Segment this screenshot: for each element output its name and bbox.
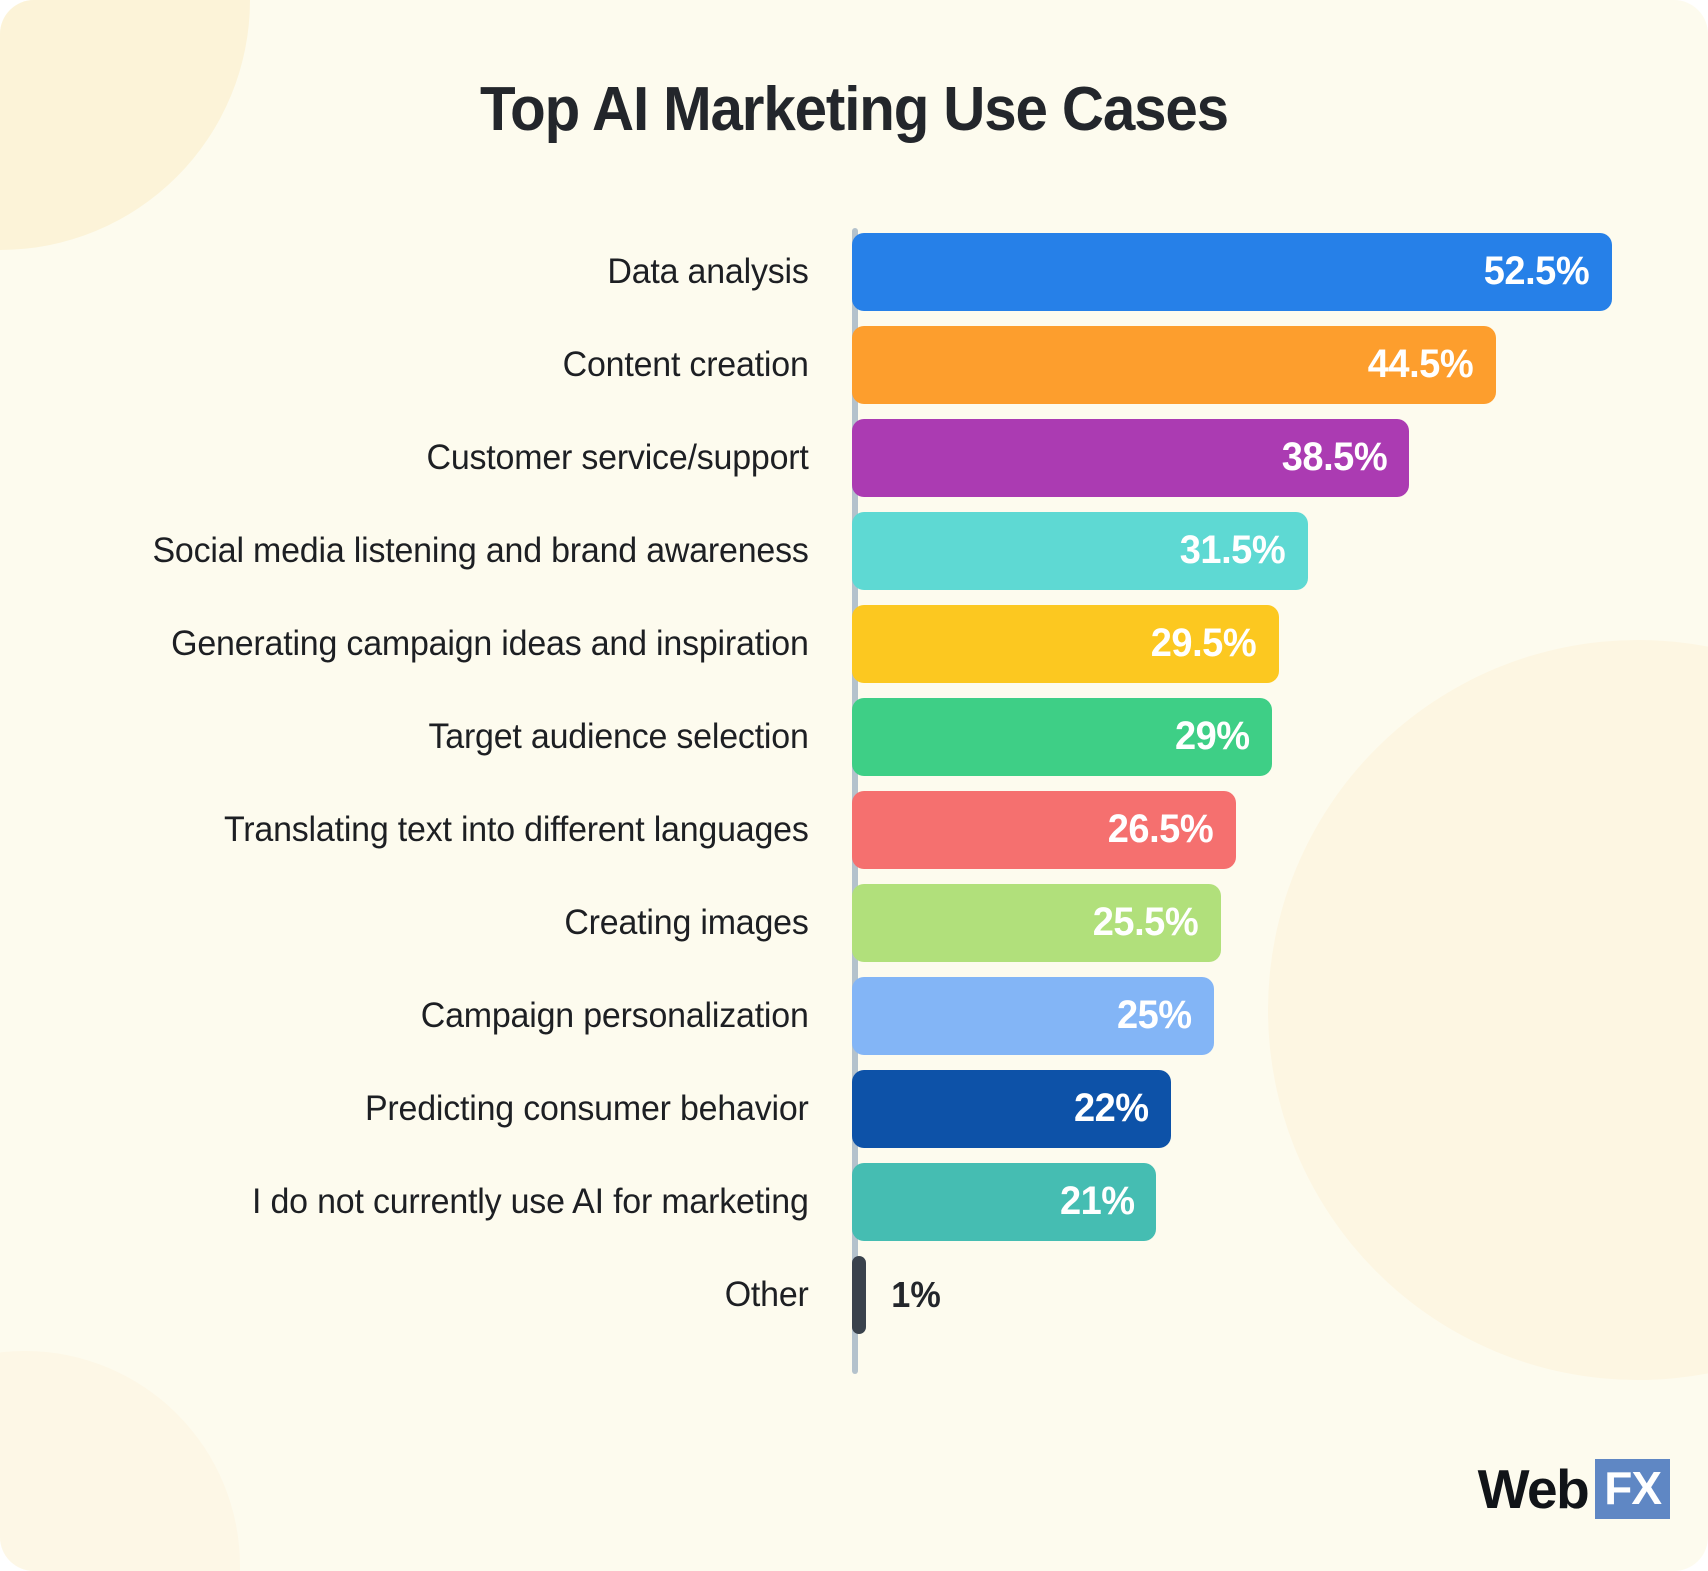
bar-track: 29%29% [830,690,1708,783]
bar-category-label: Customer service/support [426,438,809,477]
bar-category-label: Campaign personalization [420,996,809,1035]
bar-value-label: 25% [1117,993,1193,1037]
bar-category-label: Predicting consumer behavior [364,1089,809,1128]
bar-segment[interactable]: 25.5% [852,883,1222,962]
bar-value-label: 22% [1073,1086,1149,1130]
bar-track: 22%22% [830,1062,1708,1155]
bar-value-label: 31.5% [1179,528,1286,572]
bar-value-label: 25.5% [1093,900,1199,944]
bar-row: Social media listening and brand awarene… [0,504,1708,597]
bar-category-label: Target audience selection [428,717,809,756]
bar-chart: Data analysis 52.5%52.5% Content creation 4… [0,225,1708,1385]
bar-row: Translating text into different language… [0,783,1708,876]
bar-value-label: 21% [1059,1179,1135,1223]
bar-segment[interactable]: 29.5% [852,604,1280,683]
bar-value-label: 44.5% [1368,342,1474,386]
webfx-logo: Web FX [1477,1457,1670,1520]
bar-segment[interactable]: 29% [852,697,1272,776]
bar-value-label: 29% [1175,714,1250,758]
bar-rows: Data analysis 52.5%52.5% Content creation 4… [0,225,1708,1341]
bar-row: Customer service/support 38.5%38.5% [0,411,1708,504]
bar-segment[interactable]: 31.5% [852,511,1309,590]
bar-category-label: Other [724,1275,809,1314]
bar-segment[interactable]: 25% [852,976,1214,1055]
bar-row: Campaign personalization 25%25% [0,969,1708,1062]
bar-track: 21%21% [830,1155,1708,1248]
bar-segment[interactable]: 52.5% [852,232,1613,311]
bar-segment[interactable]: 1% [852,1255,867,1334]
infographic-canvas: Top AI Marketing Use Cases Data analysis… [0,0,1708,1571]
bar-segment[interactable]: 44.5% [852,325,1497,404]
bar-segment[interactable]: 21% [852,1162,1157,1241]
bar-row: Generating campaign ideas and inspiratio… [0,597,1708,690]
bar-track: 38.5%38.5% [830,411,1708,504]
page-title: Top AI Marketing Use Cases [480,75,1229,144]
bar-track: 29.5%29.5% [830,597,1708,690]
bar-track: 25.5%25.5% [830,876,1708,969]
bar-category-label: Translating text into different language… [223,810,809,849]
bar-category-label: Generating campaign ideas and inspiratio… [171,624,809,663]
bar-category-label: Social media listening and brand awarene… [152,531,809,570]
bar-row: Target audience selection 29%29% [0,690,1708,783]
bar-value-label: 38.5% [1281,435,1387,479]
bar-value-label: 26.5% [1107,807,1214,851]
bar-category-label: Content creation [562,345,809,384]
bar-value-label-outside: 1% [891,1273,942,1315]
bar-row: Data analysis 52.5%52.5% [0,225,1708,318]
bar-row: I do not currently use AI for marketing 2… [0,1155,1708,1248]
bar-track: 25%25% [830,969,1708,1062]
bar-row: Creating images 25.5%25.5% [0,876,1708,969]
bar-category-label: I do not currently use AI for marketing [252,1182,809,1221]
bar-track: 1% 1% [830,1248,1708,1341]
logo-web-text: Web [1477,1457,1590,1520]
bar-segment[interactable]: 38.5% [852,418,1410,497]
bar-track: 52.5%52.5% [830,225,1708,318]
bar-segment[interactable]: 22% [852,1069,1171,1148]
bar-value-label: 52.5% [1484,249,1590,293]
bar-category-label: Creating images [564,903,809,942]
bar-track: 44.5%44.5% [830,318,1708,411]
bar-track: 31.5%31.5% [830,504,1708,597]
bar-track: 26.5%26.5% [830,783,1708,876]
bar-value-label: 29.5% [1151,621,1257,665]
bar-category-label: Data analysis [607,252,809,291]
bar-row: Predicting consumer behavior 22%22% [0,1062,1708,1155]
logo-fx-badge: FX [1595,1459,1670,1519]
bar-row: Content creation 44.5%44.5% [0,318,1708,411]
bar-segment[interactable]: 26.5% [852,790,1236,869]
bar-row: Other 1% 1% [0,1248,1708,1341]
